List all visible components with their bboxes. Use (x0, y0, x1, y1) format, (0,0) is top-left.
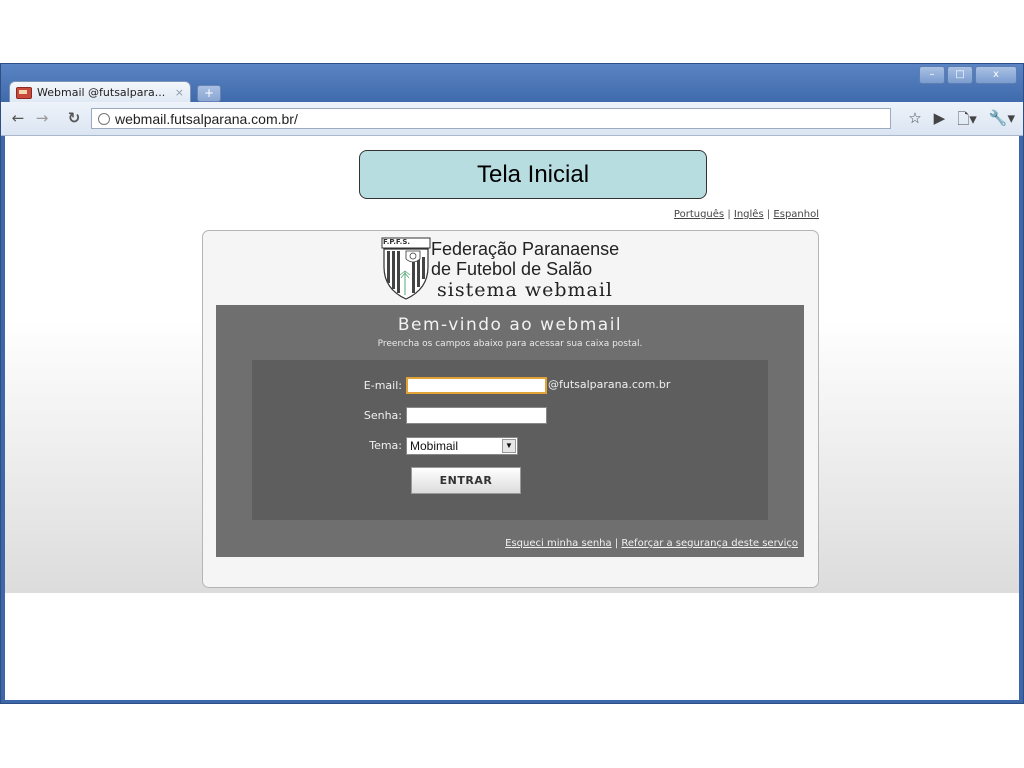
window-controls: – □ x (919, 66, 1017, 84)
browser-window: Webmail @futsalpara... × + – □ x ← → ↻ w… (0, 63, 1024, 704)
wrench-icon[interactable]: 🔧▾ (989, 109, 1015, 134)
email-domain-suffix: @futsalparana.com.br (548, 378, 671, 391)
welcome-heading: Bem-vindo ao webmail (397, 315, 623, 335)
star-icon[interactable]: ☆ (908, 109, 921, 134)
theme-select[interactable]: Mobimail ▼ (406, 437, 518, 455)
email-label: E-mail: (363, 379, 402, 392)
browser-tab[interactable]: Webmail @futsalpara... × (9, 81, 191, 103)
logo-line-3: sistema webmail (437, 279, 614, 301)
lang-portugues-link[interactable]: Português (674, 209, 724, 220)
maximize-button[interactable]: □ (947, 66, 973, 84)
title-bar: Webmail @futsalpara... × + – □ x (1, 64, 1023, 103)
logo-line-2: de Futebol de Salão (431, 259, 593, 279)
theme-label: Tema: (369, 439, 402, 452)
mail-favicon-icon (16, 86, 32, 99)
login-form: E-mail: @futsalparana.com.br Senha: Tema… (252, 360, 768, 520)
lang-espanhol-link[interactable]: Espanhol (773, 209, 819, 220)
page-icon[interactable]: 🗋▾ (957, 109, 977, 134)
minimize-button[interactable]: – (919, 66, 945, 84)
logo-badge: F.P.F.S. (383, 238, 411, 246)
language-links: Português | Inglês | Espanhol (674, 209, 819, 220)
entrar-button[interactable]: ENTRAR (411, 467, 521, 494)
email-field[interactable] (406, 377, 547, 394)
forgot-password-link[interactable]: Esqueci minha senha (505, 538, 612, 549)
back-icon[interactable]: ← (9, 109, 27, 127)
security-link[interactable]: Reforçar a segurança deste serviço (621, 538, 798, 549)
chevron-down-icon: ▼ (502, 439, 516, 453)
close-window-button[interactable]: x (975, 66, 1017, 84)
lang-separator: | (766, 209, 771, 220)
tab-title: Webmail @futsalpara... (37, 86, 166, 99)
lang-separator: | (727, 209, 731, 220)
footer-links: Esqueci minha senha | Reforçar a seguran… (505, 538, 798, 549)
toolbar-actions: ☆ ▶ 🗋▾ 🔧▾ (908, 109, 1015, 134)
login-card: F.P.F.S. Federação Paranaense de Futebol… (202, 230, 819, 588)
lang-ingles-link[interactable]: Inglês (734, 209, 764, 220)
forward-icon[interactable]: → (33, 109, 51, 127)
browser-toolbar: ← → ↻ webmail.futsalparana.com.br/ ☆ ▶ 🗋… (1, 102, 1023, 136)
fpfs-logo: F.P.F.S. Federação Paranaense de Futebol… (381, 237, 641, 303)
tab-close-icon[interactable]: × (175, 86, 184, 99)
address-bar[interactable]: webmail.futsalparana.com.br/ (91, 108, 891, 129)
login-panel: Bem-vindo ao webmail Preencha os campos … (216, 305, 804, 557)
theme-selected-value: Mobimail (410, 439, 459, 453)
slide-title-box: Tela Inicial (359, 150, 707, 199)
password-field[interactable] (406, 407, 547, 424)
password-label: Senha: (363, 409, 402, 422)
footer-separator: | (614, 538, 619, 549)
fpfs-shield-icon (381, 237, 431, 300)
logo-line-1: Federação Paranaense (431, 239, 620, 259)
page-viewport: Tela Inicial Português | Inglês | Espanh… (5, 136, 1019, 700)
new-tab-button[interactable]: + (197, 85, 221, 102)
welcome-subtitle: Preencha os campos abaixo para acessar s… (377, 339, 643, 349)
play-icon[interactable]: ▶ (934, 109, 946, 134)
reload-icon[interactable]: ↻ (65, 109, 83, 127)
url-text: webmail.futsalparana.com.br/ (115, 110, 298, 127)
globe-icon (98, 112, 110, 125)
